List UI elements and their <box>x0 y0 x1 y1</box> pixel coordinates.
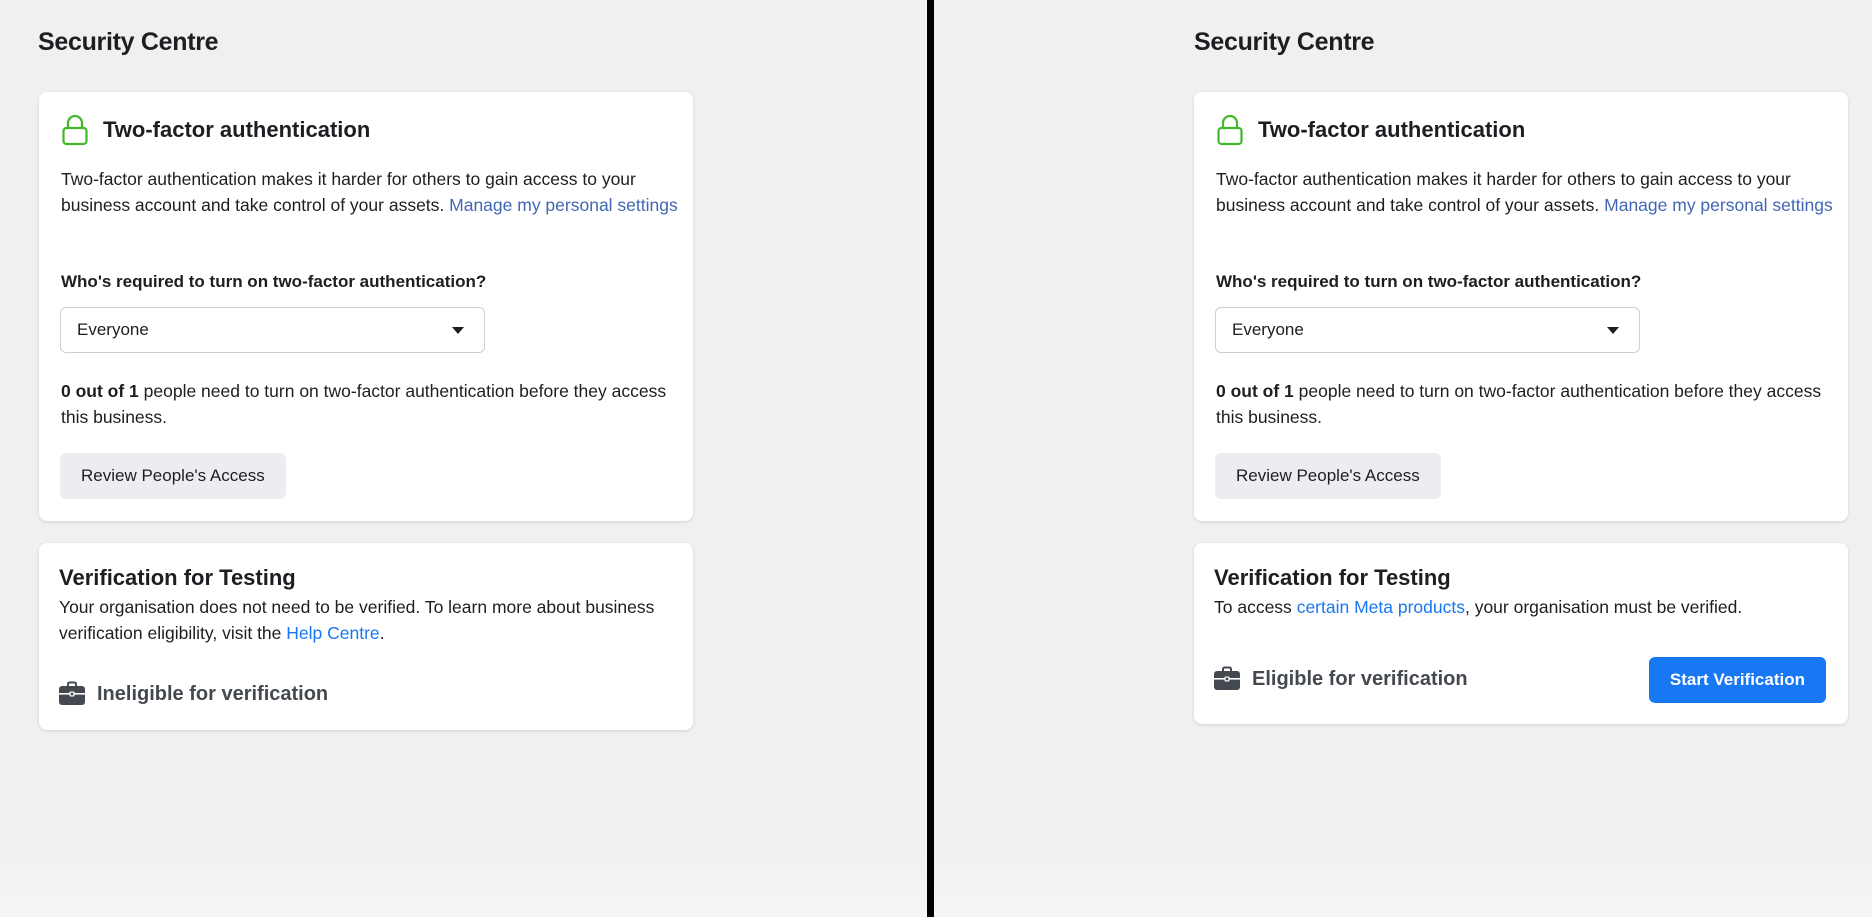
two-factor-title: Two-factor authentication <box>1258 117 1526 142</box>
required-users-select[interactable]: Everyone <box>60 307 485 353</box>
verification-card: Verification for Testing Your organisati… <box>39 543 693 730</box>
people-count-rest: people need to turn on two-factor authen… <box>1216 381 1822 427</box>
lock-icon <box>61 114 89 146</box>
divider <box>927 0 934 917</box>
people-count-rest: people need to turn on two-factor authen… <box>61 381 667 427</box>
page-title: Security Centre <box>38 28 219 56</box>
two-factor-description: Two-factor authentication makes it harde… <box>1216 166 1836 218</box>
start-verification-button[interactable]: Start Verification <box>1648 657 1826 703</box>
caret-down-icon <box>1607 327 1619 334</box>
review-access-button[interactable]: Review People's Access <box>1215 453 1441 499</box>
two-factor-card: Two-factor authentication Two-factor aut… <box>1194 92 1848 521</box>
verification-title: Verification for Testing <box>1214 565 1451 590</box>
verification-status-label: Eligible for verification <box>1252 667 1468 690</box>
verification-status-label: Ineligible for verification <box>97 682 329 705</box>
caret-down-icon <box>452 327 464 334</box>
verification-desc-before: To access <box>1214 597 1297 617</box>
lock-icon <box>1216 114 1244 146</box>
required-users-select[interactable]: Everyone <box>1215 307 1640 353</box>
briefcase-icon <box>1213 666 1241 692</box>
two-factor-card: Two-factor authentication Two-factor aut… <box>39 92 693 521</box>
verification-title: Verification for Testing <box>59 565 296 590</box>
people-count-bold: 0 out of 1 <box>1216 381 1294 401</box>
required-question-label: Who's required to turn on two-factor aut… <box>61 272 487 291</box>
page-title: Security Centre <box>1194 28 1375 56</box>
people-count-bold: 0 out of 1 <box>61 381 139 401</box>
verification-status: Ineligible for verification <box>58 681 328 707</box>
help-centre-link[interactable]: Help Centre <box>286 623 379 643</box>
briefcase-icon <box>58 681 86 707</box>
review-access-button[interactable]: Review People's Access <box>60 453 286 499</box>
left-panel: Security Centre Two-factor authenticatio… <box>0 0 927 917</box>
manage-personal-settings-link[interactable]: Manage my personal settings <box>449 195 678 215</box>
verification-desc-after: , your organisation must be verified. <box>1464 597 1743 617</box>
meta-products-link[interactable]: certain Meta products <box>1297 597 1465 617</box>
two-factor-title: Two-factor authentication <box>103 117 371 142</box>
required-question-label: Who's required to turn on two-factor aut… <box>1216 272 1642 291</box>
select-value: Everyone <box>1232 320 1304 339</box>
two-factor-header: Two-factor authentication <box>1216 114 1525 146</box>
verification-card: Verification for Testing To access certa… <box>1194 543 1848 724</box>
right-panel: Security Centre Two-factor authenticatio… <box>934 0 1861 917</box>
verification-description: Your organisation does not need to be ve… <box>59 594 679 646</box>
people-count-text: 0 out of 1 people need to turn on two-fa… <box>61 378 681 430</box>
two-factor-header: Two-factor authentication <box>61 114 370 146</box>
verification-desc-after: . <box>379 623 385 643</box>
verification-description: To access certain Meta products, your or… <box>1214 594 1834 620</box>
verification-status: Eligible for verification <box>1213 666 1468 692</box>
two-factor-description: Two-factor authentication makes it harde… <box>61 166 681 218</box>
select-value: Everyone <box>77 320 149 339</box>
screenshot-root: Security Centre Two-factor authenticatio… <box>0 0 1872 917</box>
people-count-text: 0 out of 1 people need to turn on two-fa… <box>1216 378 1836 430</box>
manage-personal-settings-link[interactable]: Manage my personal settings <box>1604 195 1833 215</box>
